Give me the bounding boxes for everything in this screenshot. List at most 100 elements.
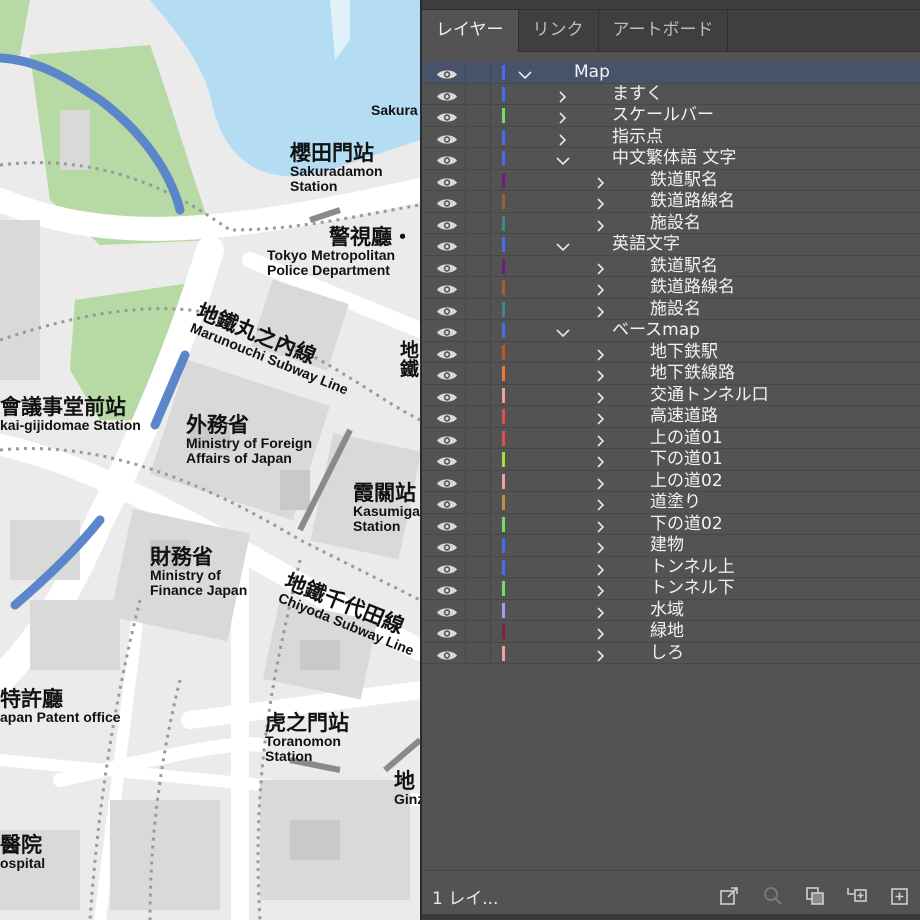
layer-row[interactable]: トンネル上 xyxy=(422,556,920,578)
visibility-eye-icon[interactable] xyxy=(436,238,458,251)
visibility-eye-icon[interactable] xyxy=(436,432,458,445)
chevron-right-icon[interactable] xyxy=(594,647,608,662)
visibility-eye-icon[interactable] xyxy=(436,410,458,423)
layer-row[interactable]: Map xyxy=(422,62,920,84)
layer-row[interactable]: 英語文字 xyxy=(422,234,920,256)
chevron-right-icon[interactable] xyxy=(594,281,608,296)
lock-toggle-area[interactable] xyxy=(490,513,491,534)
visibility-eye-icon[interactable] xyxy=(436,260,458,273)
layer-name[interactable]: 建物 xyxy=(650,535,684,556)
lock-toggle-area[interactable] xyxy=(490,406,491,427)
lock-toggle-area[interactable] xyxy=(490,578,491,599)
visibility-eye-icon[interactable] xyxy=(436,539,458,552)
layer-name[interactable]: 上の道01 xyxy=(650,428,723,449)
lock-toggle-area[interactable] xyxy=(490,320,491,341)
lock-toggle-area[interactable] xyxy=(490,535,491,556)
layer-row[interactable]: トンネル下 xyxy=(422,578,920,600)
layer-row[interactable]: 施設名 xyxy=(422,298,920,320)
layer-row[interactable]: 緑地 xyxy=(422,621,920,643)
visibility-eye-icon[interactable] xyxy=(436,303,458,316)
visibility-eye-icon[interactable] xyxy=(436,346,458,359)
visibility-eye-icon[interactable] xyxy=(436,453,458,466)
lock-toggle-area[interactable] xyxy=(490,642,491,663)
tab-links[interactable]: リンク xyxy=(519,10,599,51)
chevron-right-icon[interactable] xyxy=(594,475,608,490)
layer-row[interactable]: 水域 xyxy=(422,599,920,621)
layer-name[interactable]: 高速道路 xyxy=(650,406,718,427)
new-sublayer-icon[interactable] xyxy=(846,885,868,907)
chevron-right-icon[interactable] xyxy=(594,389,608,404)
chevron-down-icon[interactable] xyxy=(518,66,532,80)
visibility-eye-icon[interactable] xyxy=(436,152,458,165)
lock-toggle-area[interactable] xyxy=(490,212,491,233)
layer-name[interactable]: 中文繁体語 文字 xyxy=(612,148,736,169)
visibility-eye-icon[interactable] xyxy=(436,195,458,208)
lock-toggle-area[interactable] xyxy=(490,126,491,147)
layer-name[interactable]: 鉄道路線名 xyxy=(650,191,735,212)
layer-name[interactable]: しろ xyxy=(650,643,684,664)
visibility-eye-icon[interactable] xyxy=(436,561,458,574)
layer-row[interactable]: 鉄道駅名 xyxy=(422,255,920,277)
lock-toggle-area[interactable] xyxy=(490,621,491,642)
layer-name[interactable]: トンネル下 xyxy=(650,578,735,599)
chevron-down-icon[interactable] xyxy=(556,152,570,166)
lock-toggle-area[interactable] xyxy=(490,277,491,298)
visibility-eye-icon[interactable] xyxy=(436,604,458,617)
tab-layers[interactable]: レイヤー xyxy=(422,10,519,53)
chevron-down-icon[interactable] xyxy=(556,324,570,338)
layer-row[interactable]: 道塗り xyxy=(422,492,920,514)
chevron-right-icon[interactable] xyxy=(594,518,608,533)
visibility-eye-icon[interactable] xyxy=(436,496,458,509)
lock-toggle-area[interactable] xyxy=(490,191,491,212)
chevron-right-icon[interactable] xyxy=(594,453,608,468)
lock-toggle-area[interactable] xyxy=(490,599,491,620)
layer-name[interactable]: 鉄道路線名 xyxy=(650,277,735,298)
visibility-eye-icon[interactable] xyxy=(436,625,458,638)
layer-name[interactable]: 水域 xyxy=(650,600,684,621)
layer-row[interactable]: 地下鉄線路 xyxy=(422,363,920,385)
chevron-right-icon[interactable] xyxy=(594,561,608,576)
chevron-right-icon[interactable] xyxy=(594,346,608,361)
lock-toggle-area[interactable] xyxy=(490,105,491,126)
chevron-right-icon[interactable] xyxy=(594,604,608,619)
layer-row[interactable]: 交通トンネル口 xyxy=(422,384,920,406)
chevron-right-icon[interactable] xyxy=(556,88,570,103)
lock-toggle-area[interactable] xyxy=(490,148,491,169)
layer-name[interactable]: 上の道02 xyxy=(650,471,723,492)
chevron-right-icon[interactable] xyxy=(594,625,608,640)
layer-name[interactable]: 下の道01 xyxy=(650,449,723,470)
chevron-right-icon[interactable] xyxy=(594,410,608,425)
visibility-eye-icon[interactable] xyxy=(436,174,458,187)
layer-name[interactable]: 地下鉄線路 xyxy=(650,363,735,384)
search-icon[interactable] xyxy=(762,885,784,907)
visibility-eye-icon[interactable] xyxy=(436,324,458,337)
export-icon[interactable] xyxy=(718,885,740,907)
chevron-right-icon[interactable] xyxy=(594,496,608,511)
layer-name[interactable]: Map xyxy=(574,62,610,83)
chevron-right-icon[interactable] xyxy=(594,539,608,554)
layer-name[interactable]: 英語文字 xyxy=(612,234,680,255)
layer-name[interactable]: 交通トンネル口 xyxy=(650,385,769,406)
chevron-right-icon[interactable] xyxy=(556,109,570,124)
lock-toggle-area[interactable] xyxy=(490,470,491,491)
layer-name[interactable]: ますく xyxy=(612,84,663,105)
layer-row[interactable]: ベースmap xyxy=(422,320,920,342)
visibility-eye-icon[interactable] xyxy=(436,88,458,101)
layer-name[interactable]: スケールバー xyxy=(612,105,714,126)
lock-toggle-area[interactable] xyxy=(490,556,491,577)
visibility-eye-icon[interactable] xyxy=(436,475,458,488)
lock-toggle-area[interactable] xyxy=(490,298,491,319)
lock-toggle-area[interactable] xyxy=(490,255,491,276)
visibility-eye-icon[interactable] xyxy=(436,647,458,660)
visibility-eye-icon[interactable] xyxy=(436,66,458,79)
layer-row[interactable]: 下の道02 xyxy=(422,513,920,535)
layer-name[interactable]: 施設名 xyxy=(650,213,701,234)
layer-row[interactable]: 鉄道駅名 xyxy=(422,169,920,191)
layer-row[interactable]: 高速道路 xyxy=(422,406,920,428)
visibility-eye-icon[interactable] xyxy=(436,518,458,531)
panel-grip[interactable] xyxy=(422,0,920,10)
chevron-right-icon[interactable] xyxy=(594,260,608,275)
layer-row[interactable]: ますく xyxy=(422,83,920,105)
lock-toggle-area[interactable] xyxy=(490,427,491,448)
layer-name[interactable]: ベースmap xyxy=(612,320,700,341)
